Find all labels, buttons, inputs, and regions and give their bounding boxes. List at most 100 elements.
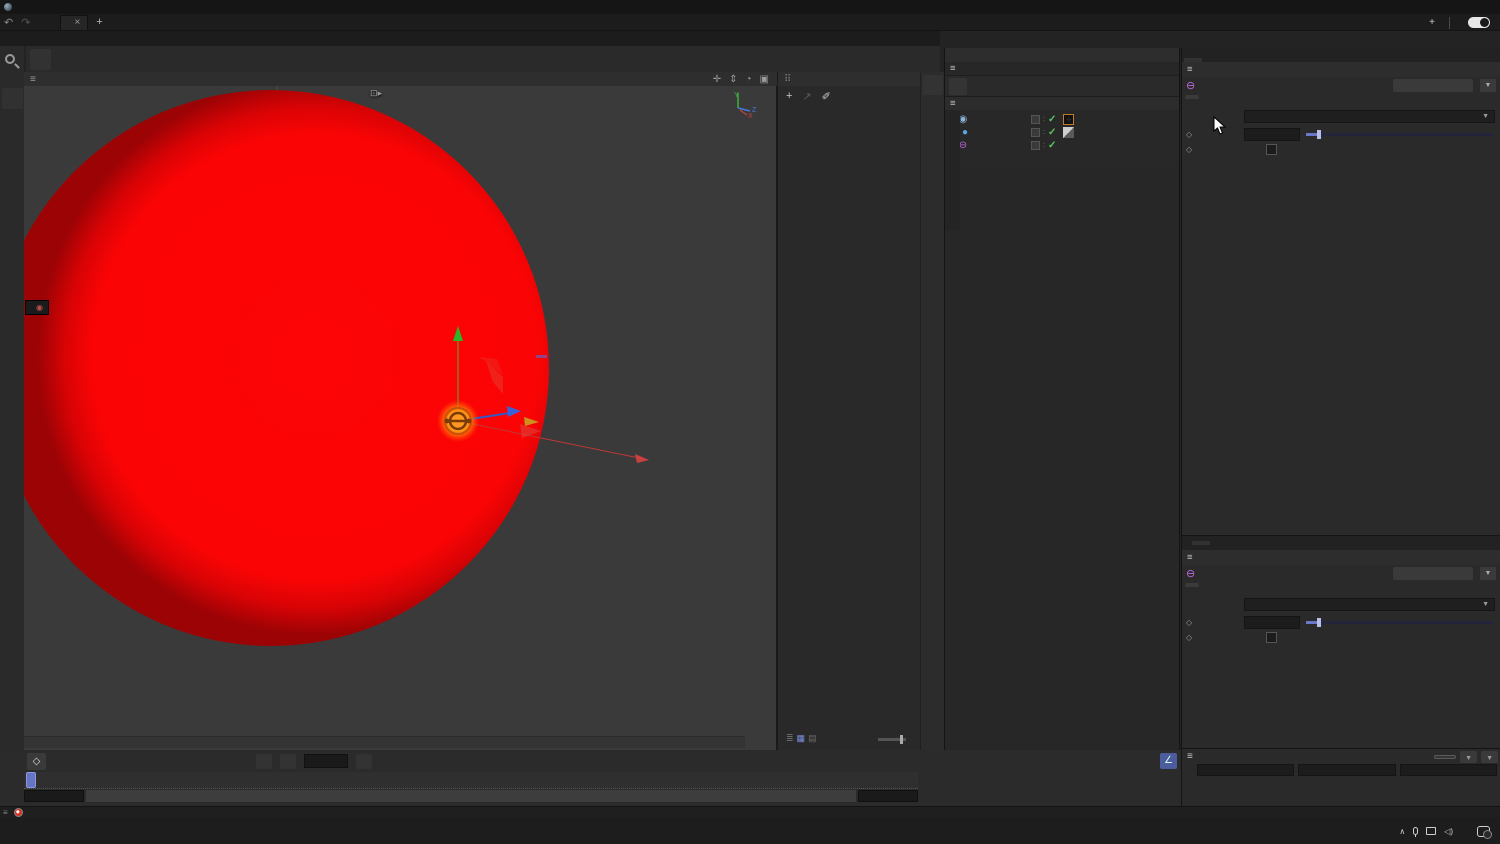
toolbar-button[interactable] bbox=[30, 48, 51, 70]
maximize-button[interactable] bbox=[1448, 0, 1474, 14]
object-row-sphere[interactable]: ● : ✓ bbox=[945, 126, 1179, 139]
layer-toggle[interactable] bbox=[1031, 128, 1040, 137]
octane-toolbar-button[interactable] bbox=[949, 77, 967, 95]
keyframe-dot-icon[interactable]: ◇ bbox=[1186, 633, 1196, 642]
palette-icon[interactable] bbox=[922, 75, 943, 95]
rotation-input[interactable] bbox=[1298, 764, 1396, 776]
octane-menu-icon[interactable]: ≡ bbox=[950, 63, 956, 74]
preset-dropdown-arrow[interactable]: ▼ bbox=[1480, 566, 1496, 580]
keyframe-dot-icon[interactable]: ◇ bbox=[1186, 130, 1196, 139]
new-layouts-toggle[interactable] bbox=[1468, 17, 1490, 28]
fcurve-mode-button[interactable]: ∠ bbox=[1160, 753, 1177, 769]
eyedropper-icon[interactable]: ✐ bbox=[822, 90, 831, 103]
search-button[interactable] bbox=[0, 46, 24, 86]
sphere-object-icon: ● bbox=[961, 127, 969, 138]
visibility-dots[interactable]: : bbox=[1043, 142, 1045, 149]
detail-view-icon[interactable]: ▤ bbox=[808, 733, 817, 744]
tab-attributes[interactable] bbox=[1184, 58, 1202, 62]
layer-toggle[interactable] bbox=[1031, 115, 1040, 124]
tab-attributes-2[interactable] bbox=[1192, 541, 1210, 545]
tray-chevron-icon[interactable]: ∧ bbox=[1399, 827, 1405, 836]
render-status-icon[interactable] bbox=[13, 808, 23, 817]
close-button[interactable] bbox=[1474, 0, 1500, 14]
scale-input[interactable] bbox=[1399, 764, 1497, 776]
range-start-input[interactable] bbox=[24, 790, 84, 802]
layout-tab[interactable] bbox=[1391, 15, 1419, 30]
keyframe-dot-icon[interactable]: ◇ bbox=[1186, 145, 1196, 154]
list-view-icon[interactable]: ≣ bbox=[786, 733, 794, 744]
size-slider[interactable] bbox=[1306, 618, 1494, 627]
object-row-subdivision-surface[interactable]: ⊟ ◉ : ✓ ⁘ bbox=[945, 113, 1179, 126]
sds-weight-tag-icon[interactable]: ⁘ bbox=[1063, 114, 1075, 125]
object-manager-menu-icon[interactable]: ≡ bbox=[950, 98, 956, 109]
preset-dropdown[interactable] bbox=[1393, 566, 1473, 580]
reset-transform-button[interactable] bbox=[1434, 754, 1457, 759]
document-tab[interactable]: × bbox=[60, 14, 89, 30]
attribute-tab[interactable] bbox=[1185, 95, 1199, 99]
coordinates-menu-icon[interactable]: ≡ bbox=[1187, 751, 1193, 762]
attributes-panel-1: ≡ ⊖ ▼ ▼ ◇ ◇ bbox=[1181, 48, 1500, 535]
display-icon[interactable] bbox=[1426, 827, 1437, 835]
size-input[interactable] bbox=[1244, 616, 1300, 629]
attributes-menu-icon[interactable]: ≡ bbox=[1187, 64, 1193, 75]
playhead[interactable] bbox=[26, 772, 36, 788]
coordinate-mode-dropdown[interactable]: ▼ bbox=[1460, 750, 1478, 763]
minimize-button[interactable] bbox=[1422, 0, 1448, 14]
notifications-icon[interactable] bbox=[1477, 825, 1492, 839]
visibility-dots[interactable]: : bbox=[1043, 129, 1045, 136]
attribute-tab[interactable] bbox=[1185, 583, 1199, 587]
drag-handle-icon[interactable]: ⠿ bbox=[784, 74, 791, 85]
mouse-cursor bbox=[1213, 116, 1227, 135]
transport-button[interactable] bbox=[256, 753, 272, 769]
field-type-dropdown[interactable]: ▼ bbox=[1244, 598, 1495, 611]
viewport-menu-icon[interactable]: ≡ bbox=[30, 74, 36, 85]
new-tab-button[interactable]: + bbox=[96, 16, 102, 28]
thumbnail-size-slider[interactable] bbox=[878, 735, 906, 744]
range-slider[interactable] bbox=[86, 790, 856, 802]
size-input[interactable] bbox=[1244, 128, 1300, 141]
speaker-icon[interactable]: ◁) bbox=[1444, 827, 1453, 836]
visibility-dots[interactable]: : bbox=[1043, 116, 1045, 123]
preset-dropdown[interactable] bbox=[1393, 78, 1473, 92]
tab-layers[interactable] bbox=[1204, 58, 1222, 62]
grid-view-icon[interactable]: ▦ bbox=[797, 733, 806, 744]
undo-icon[interactable]: ↶ bbox=[4, 16, 13, 29]
timeline-ruler[interactable] bbox=[24, 772, 918, 789]
current-frame-input[interactable] bbox=[304, 754, 348, 768]
add-icon[interactable]: + bbox=[786, 90, 792, 103]
position-input[interactable] bbox=[1197, 764, 1295, 776]
layer-toggle[interactable] bbox=[1031, 141, 1040, 150]
keyframe-dot-icon[interactable]: ◇ bbox=[1186, 618, 1196, 627]
field-type-dropdown[interactable]: ▼ bbox=[1244, 110, 1495, 123]
preset-dropdown-arrow[interactable]: ▼ bbox=[1480, 78, 1496, 92]
axis-x-label: X bbox=[748, 113, 753, 118]
size-slider[interactable] bbox=[1306, 130, 1494, 139]
microphone-icon[interactable] bbox=[1413, 827, 1419, 837]
tool-button[interactable] bbox=[1, 88, 23, 109]
add-layout-button[interactable]: + bbox=[1429, 17, 1435, 28]
rotate-view-icon[interactable]: ◔ bbox=[746, 74, 752, 85]
phong-tag-icon[interactable] bbox=[1063, 127, 1075, 138]
toggle-view-icon[interactable]: ▣ bbox=[760, 74, 769, 85]
clip-to-shape-checkbox[interactable] bbox=[1266, 632, 1277, 643]
taskbar-app[interactable] bbox=[492, 820, 516, 842]
pan-view-icon[interactable]: ✛ bbox=[713, 74, 721, 85]
keyframe-diamond-button[interactable]: ◇ bbox=[27, 752, 46, 770]
perspective-viewport[interactable]: ⊡▸ Y Z X ◉ bbox=[24, 86, 777, 750]
enable-check-icon[interactable]: ✓ bbox=[1048, 127, 1056, 138]
object-row-spherical-field[interactable]: ⊖ : ✓ bbox=[945, 139, 1179, 152]
range-end-input[interactable] bbox=[858, 790, 918, 802]
status-menu-icon[interactable]: ≡ bbox=[3, 808, 8, 817]
zoom-view-icon[interactable]: ⇕ bbox=[729, 74, 737, 85]
timeline-mode-button[interactable] bbox=[280, 753, 296, 769]
attributes-menu-icon[interactable]: ≡ bbox=[1187, 552, 1193, 563]
redo-icon[interactable]: ↷ bbox=[21, 16, 30, 29]
close-tab-icon[interactable]: × bbox=[74, 17, 80, 28]
coordinate-size-dropdown[interactable]: ▼ bbox=[1481, 750, 1498, 763]
clip-to-shape-checkbox[interactable] bbox=[1266, 144, 1277, 155]
record-button[interactable] bbox=[356, 753, 372, 769]
viewport-camera-label[interactable]: ⊡▸ bbox=[370, 88, 382, 99]
pop-out-icon[interactable]: ↗ bbox=[802, 90, 811, 103]
enable-check-icon[interactable]: ✓ bbox=[1048, 140, 1056, 151]
enable-check-icon[interactable]: ✓ bbox=[1048, 114, 1056, 125]
